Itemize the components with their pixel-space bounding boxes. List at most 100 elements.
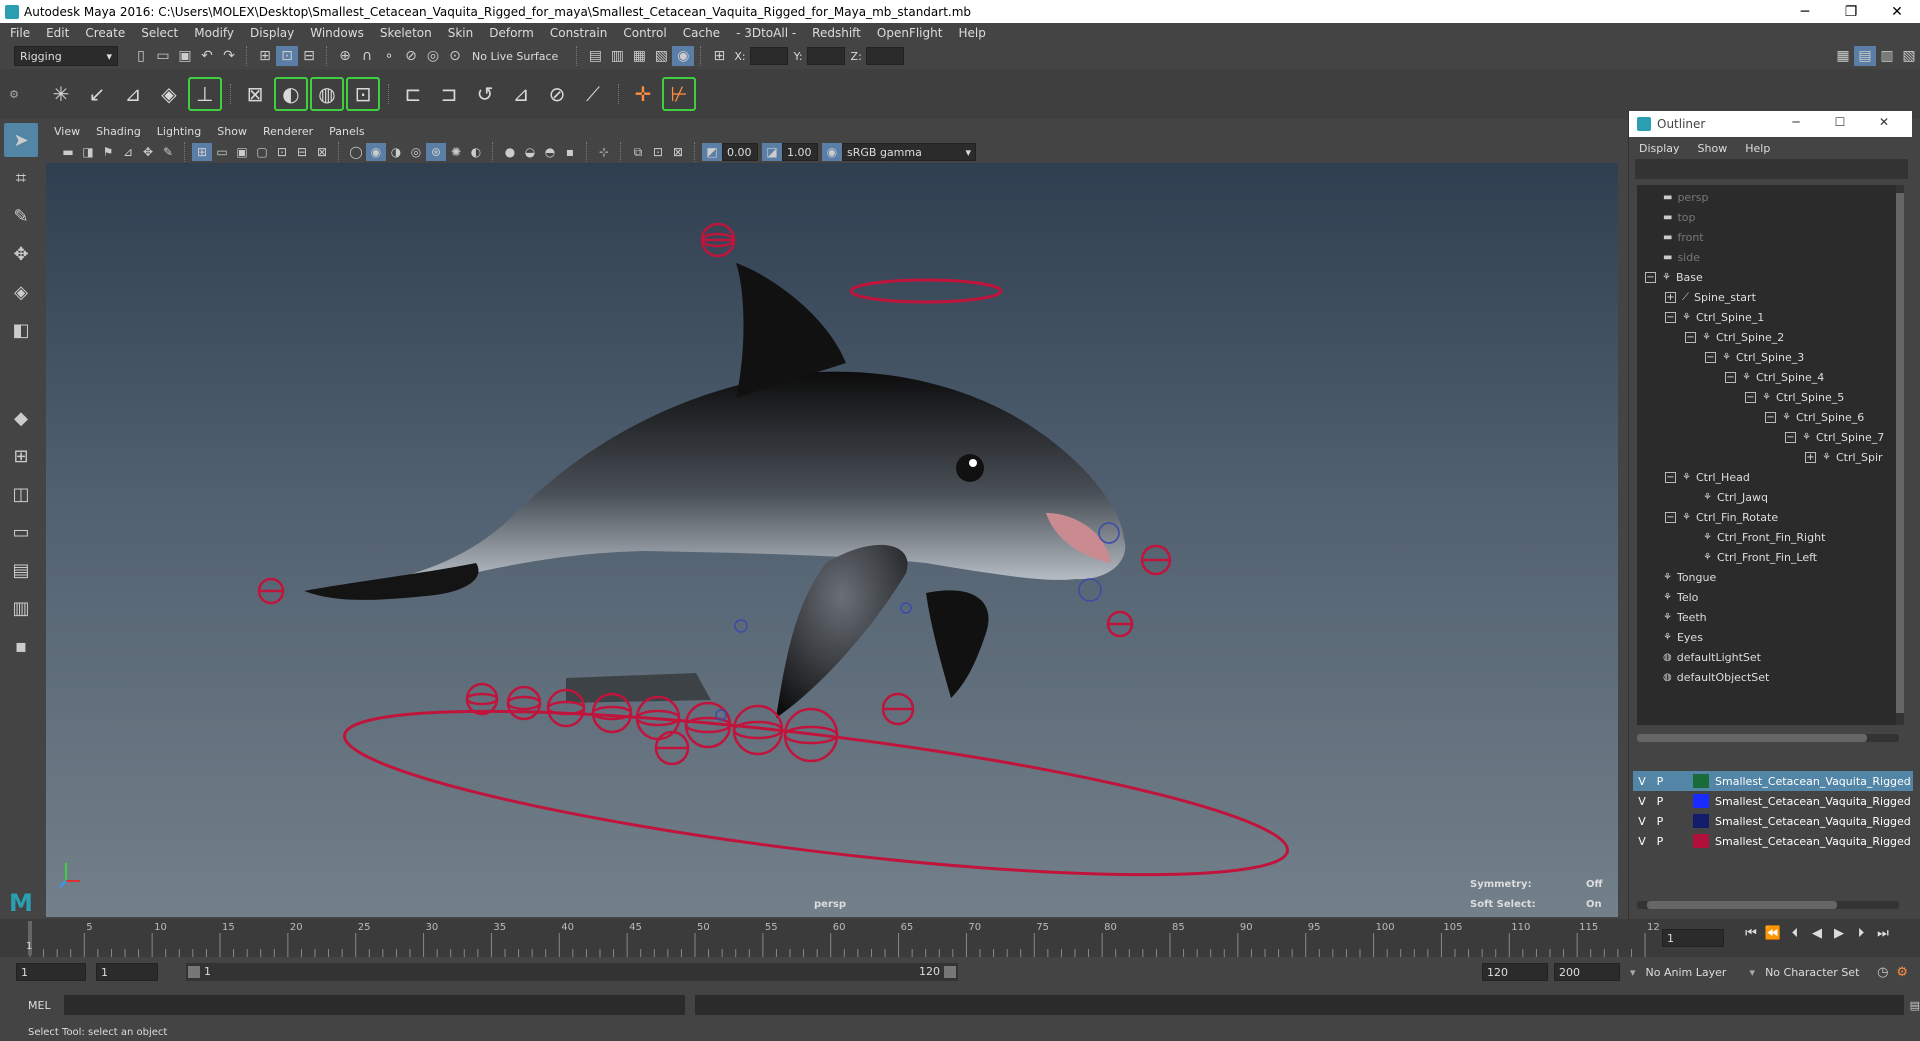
eye-mesh[interactable] bbox=[956, 454, 984, 482]
step-back-frame-icon[interactable]: ⏴ bbox=[1784, 926, 1806, 941]
menu-3dtoall[interactable]: - 3DtoAll - bbox=[736, 26, 796, 40]
menu-edit[interactable]: Edit bbox=[46, 26, 69, 40]
base-control-curve[interactable] bbox=[337, 678, 1294, 909]
rotate-tool-icon[interactable]: ◈ bbox=[4, 275, 38, 309]
lattice-icon[interactable]: ⊏ bbox=[396, 77, 430, 111]
scrollbar-thumb[interactable] bbox=[1896, 193, 1904, 713]
range-end-handle[interactable] bbox=[944, 966, 956, 978]
ik-spline-icon[interactable]: ⊿ bbox=[116, 77, 150, 111]
menu-display[interactable]: Display bbox=[250, 26, 294, 40]
new-scene-icon[interactable]: ▯ bbox=[130, 46, 152, 66]
layer-visibility-toggle[interactable]: V bbox=[1633, 795, 1651, 808]
layer-color-swatch[interactable] bbox=[1693, 794, 1709, 808]
scrollbar-thumb[interactable] bbox=[1637, 734, 1867, 742]
x-field[interactable] bbox=[749, 47, 788, 65]
2d-pan-icon[interactable]: ✥ bbox=[138, 143, 158, 161]
use-lights-icon[interactable]: ✺ bbox=[446, 143, 466, 161]
layer-playback-toggle[interactable]: P bbox=[1651, 795, 1669, 808]
bookmark-icon[interactable]: ⚑ bbox=[98, 143, 118, 161]
chevron-down-icon[interactable]: ▾ bbox=[1630, 966, 1636, 979]
film-gate-icon[interactable]: ▭ bbox=[212, 143, 232, 161]
front-fin-left-mesh[interactable] bbox=[926, 590, 989, 698]
wireframe-icon[interactable]: ◯ bbox=[346, 143, 366, 161]
layout-options-icon[interactable]: ▪ bbox=[4, 629, 38, 663]
collapse-icon[interactable]: − bbox=[1685, 331, 1696, 343]
collapse-icon[interactable]: − bbox=[1745, 391, 1756, 403]
menu-windows[interactable]: Windows bbox=[310, 26, 364, 40]
motion-blur-icon[interactable]: ▪ bbox=[560, 143, 580, 161]
range-start-handle[interactable] bbox=[188, 966, 200, 978]
range-slider[interactable]: 1 120 bbox=[186, 963, 958, 981]
go-to-end-icon[interactable]: ⏭ bbox=[1872, 926, 1894, 941]
transform-field-icon[interactable]: ⊞ bbox=[708, 46, 730, 66]
exposure-field[interactable]: 0.00 bbox=[722, 143, 758, 161]
shelf-options-icon[interactable]: ⚙ bbox=[0, 72, 28, 116]
persp-graph-icon[interactable]: ▤ bbox=[4, 553, 38, 587]
close-icon[interactable]: ✕ bbox=[1862, 115, 1906, 129]
menu-skeleton[interactable]: Skeleton bbox=[380, 26, 432, 40]
menuset-dropdown[interactable]: Rigging ▾ bbox=[14, 46, 118, 66]
menu-help[interactable]: Help bbox=[958, 26, 985, 40]
nonlinear-icon[interactable]: ⊘ bbox=[540, 77, 574, 111]
menu-control[interactable]: Control bbox=[623, 26, 666, 40]
two-view-icon[interactable]: ◫ bbox=[4, 477, 38, 511]
safe-action-icon[interactable]: ⊟ bbox=[292, 143, 312, 161]
step-back-key-icon[interactable]: ⏪ bbox=[1762, 926, 1784, 941]
viewport-persp[interactable]: persp Symmetry: Off Soft Select: On bbox=[46, 163, 1618, 917]
outliner-menu-show[interactable]: Show bbox=[1698, 142, 1728, 155]
attribute-editor-icon[interactable]: ▤ bbox=[1854, 46, 1876, 66]
outliner-item[interactable]: ⚘ Ctrl_Jawq bbox=[1703, 487, 1768, 507]
preferences-icon[interactable]: ⚙ bbox=[1896, 965, 1908, 980]
wire-icon[interactable]: ⟋ bbox=[576, 77, 610, 111]
outliner-item[interactable]: ⚘ Tongue bbox=[1663, 567, 1716, 587]
z-field[interactable] bbox=[865, 47, 904, 65]
layer-color-swatch[interactable] bbox=[1693, 814, 1709, 828]
panel-menu-renderer[interactable]: Renderer bbox=[263, 125, 313, 138]
outliner-item[interactable]: − ⚘ Ctrl_Spine_2 bbox=[1685, 327, 1784, 347]
outliner-item[interactable]: − ⚘ Ctrl_Spine_5 bbox=[1745, 387, 1844, 407]
menu-skin[interactable]: Skin bbox=[448, 26, 474, 40]
play-forward-icon[interactable]: ▶ bbox=[1828, 926, 1850, 941]
display-layer-row[interactable]: V P Smallest_Cetacean_Vaquita_Rigged bbox=[1633, 771, 1913, 791]
select-component-icon[interactable]: ⊟ bbox=[298, 46, 320, 66]
wrap-icon[interactable]: ↺ bbox=[468, 77, 502, 111]
step-forward-frame-icon[interactable]: ⏵ bbox=[1850, 926, 1872, 941]
outliner-item[interactable]: − ⚘ Base bbox=[1645, 267, 1703, 287]
xray-icon[interactable]: ● bbox=[500, 143, 520, 161]
outliner-item[interactable]: ◍ defaultObjectSet bbox=[1663, 667, 1769, 687]
vaquita-body-mesh[interactable] bbox=[304, 371, 1126, 595]
collapse-icon[interactable]: − bbox=[1725, 371, 1736, 383]
display-layer-row[interactable]: V P Smallest_Cetacean_Vaquita_Rigged bbox=[1633, 811, 1913, 831]
restore-button[interactable]: ❐ bbox=[1828, 0, 1874, 23]
ipr-render-icon[interactable]: ▦ bbox=[628, 46, 650, 66]
smooth-shade-icon[interactable]: ◉ bbox=[366, 143, 386, 161]
anim-layer-label[interactable]: No Anim Layer bbox=[1646, 966, 1750, 979]
tail-fluke-mesh[interactable] bbox=[304, 563, 479, 600]
layer-playback-toggle[interactable]: P bbox=[1651, 815, 1669, 828]
safe-title-icon[interactable]: ⊠ bbox=[312, 143, 332, 161]
outliner-item[interactable]: − ⚘ Ctrl_Spine_6 bbox=[1765, 407, 1864, 427]
point-constraint-icon[interactable]: ✛ bbox=[626, 77, 660, 111]
render-frame-icon[interactable]: ▥ bbox=[606, 46, 628, 66]
layer-h-scrollbar[interactable] bbox=[1637, 901, 1899, 909]
undo-icon[interactable]: ↶ bbox=[196, 46, 218, 66]
layer-visibility-toggle[interactable]: V bbox=[1633, 815, 1651, 828]
outliner-item[interactable]: ▬ front bbox=[1663, 227, 1704, 247]
smooth-bind-icon[interactable]: ◐ bbox=[274, 77, 308, 111]
camera-select-icon[interactable]: ▬ bbox=[58, 143, 78, 161]
move-tool-icon[interactable]: ✥ bbox=[4, 237, 38, 271]
menu-redshift[interactable]: Redshift bbox=[812, 26, 861, 40]
expand-icon[interactable]: + bbox=[1665, 291, 1676, 303]
display-layer-row[interactable]: V P Smallest_Cetacean_Vaquita_Rigged bbox=[1633, 791, 1913, 811]
character-set-label[interactable]: No Character Set bbox=[1765, 966, 1875, 979]
outliner-item[interactable]: − ⚘ Ctrl_Head bbox=[1665, 467, 1750, 487]
outliner-item[interactable]: ⚘ Ctrl_Front_Fin_Left bbox=[1703, 547, 1817, 567]
anim-start-field[interactable]: 1 bbox=[96, 963, 158, 981]
blendshape-icon[interactable]: ⊿ bbox=[504, 77, 538, 111]
camera-attributes-icon[interactable]: ◨ bbox=[78, 143, 98, 161]
select-tool-icon[interactable]: ➤ bbox=[4, 123, 38, 157]
outliner-item[interactable]: − ⚘ Ctrl_Spine_4 bbox=[1725, 367, 1824, 387]
minimize-button[interactable]: ─ bbox=[1782, 0, 1828, 23]
menu-cache[interactable]: Cache bbox=[683, 26, 720, 40]
expand-icon[interactable]: + bbox=[1805, 451, 1816, 463]
